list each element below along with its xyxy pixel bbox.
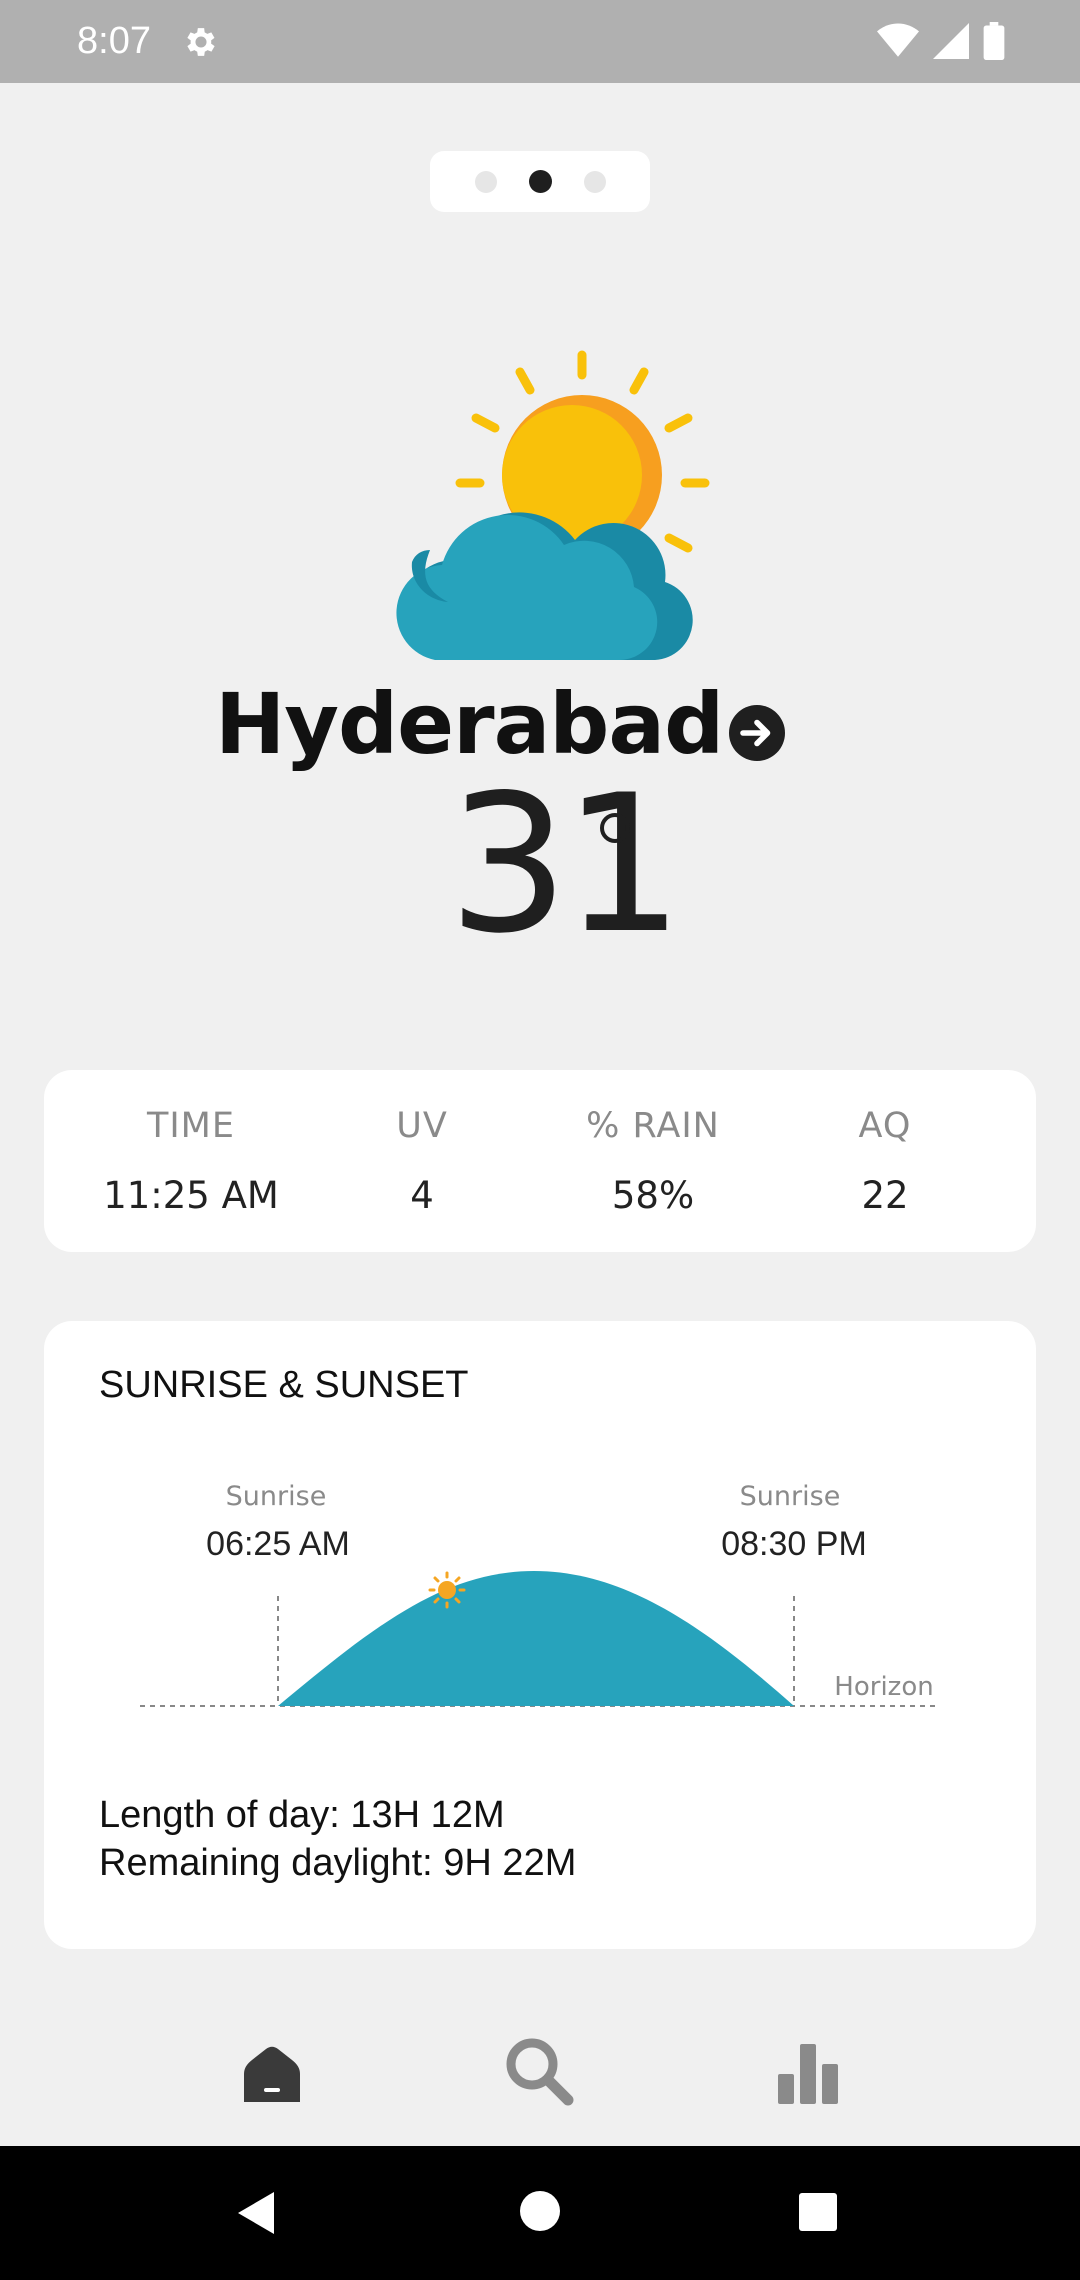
- home-icon[interactable]: [232, 2032, 312, 2112]
- gear-icon: [187, 28, 215, 56]
- daylight-arc: [278, 1571, 794, 1706]
- stat-label: % RAIN: [586, 1106, 720, 1146]
- stat-value: 22: [861, 1174, 909, 1217]
- sun-position-icon: [428, 1571, 466, 1609]
- arrow-right-circle-icon[interactable]: [729, 705, 786, 761]
- card-title: SUNRISE & SUNSET: [99, 1364, 469, 1406]
- stat-value: 11:25 AM: [103, 1174, 279, 1217]
- battery-icon: [983, 22, 1005, 60]
- wifi-icon: [877, 23, 919, 57]
- sunrise-sunset-card: SUNRISE & SUNSET Sunrise 06:25 AM Sunris…: [44, 1321, 1036, 1949]
- status-bar: 8:07: [0, 0, 1080, 83]
- page-dot-active[interactable]: [528, 170, 552, 193]
- chart-icon[interactable]: [768, 2032, 848, 2112]
- page-dot[interactable]: [474, 170, 497, 193]
- remaining-daylight: Remaining daylight: 9H 22M: [99, 1842, 577, 1884]
- signal-icon: [933, 23, 969, 59]
- stats-card: TIME 11:25 AM UV 4 % RAIN 58% AQ 22: [44, 1070, 1036, 1252]
- home-circle-icon[interactable]: [518, 2189, 562, 2233]
- back-icon[interactable]: [232, 2188, 282, 2238]
- sunrise-label: Sunrise: [226, 1481, 327, 1512]
- horizon-label: Horizon: [834, 1672, 933, 1702]
- stat-label: UV: [396, 1106, 448, 1146]
- sun-path-chart: Sunrise 06:25 AM Sunrise 08:30 PM Horizo…: [140, 1481, 940, 1707]
- stat-label: AQ: [858, 1106, 912, 1146]
- sunset-time: 08:30 PM: [721, 1525, 867, 1563]
- stat-value: 4: [410, 1174, 434, 1217]
- degree-symbol: [600, 813, 630, 843]
- sunset-label: Sunrise: [740, 1481, 841, 1512]
- search-icon[interactable]: [500, 2032, 580, 2112]
- sunrise-time: 06:25 AM: [206, 1525, 350, 1563]
- recents-icon[interactable]: [797, 2191, 839, 2233]
- stat-value: 58%: [611, 1174, 695, 1217]
- system-navigation-bar: [0, 2146, 1080, 2280]
- stat-label: TIME: [146, 1106, 235, 1146]
- sun-behind-cloud-icon: [396, 350, 710, 661]
- status-time: 8:07: [77, 20, 151, 62]
- page-indicator[interactable]: [430, 151, 650, 212]
- temperature: 31: [448, 754, 684, 975]
- bottom-navigation: [0, 2010, 1080, 2146]
- day-length: Length of day: 13H 12M: [99, 1794, 505, 1836]
- page-dot[interactable]: [583, 170, 606, 193]
